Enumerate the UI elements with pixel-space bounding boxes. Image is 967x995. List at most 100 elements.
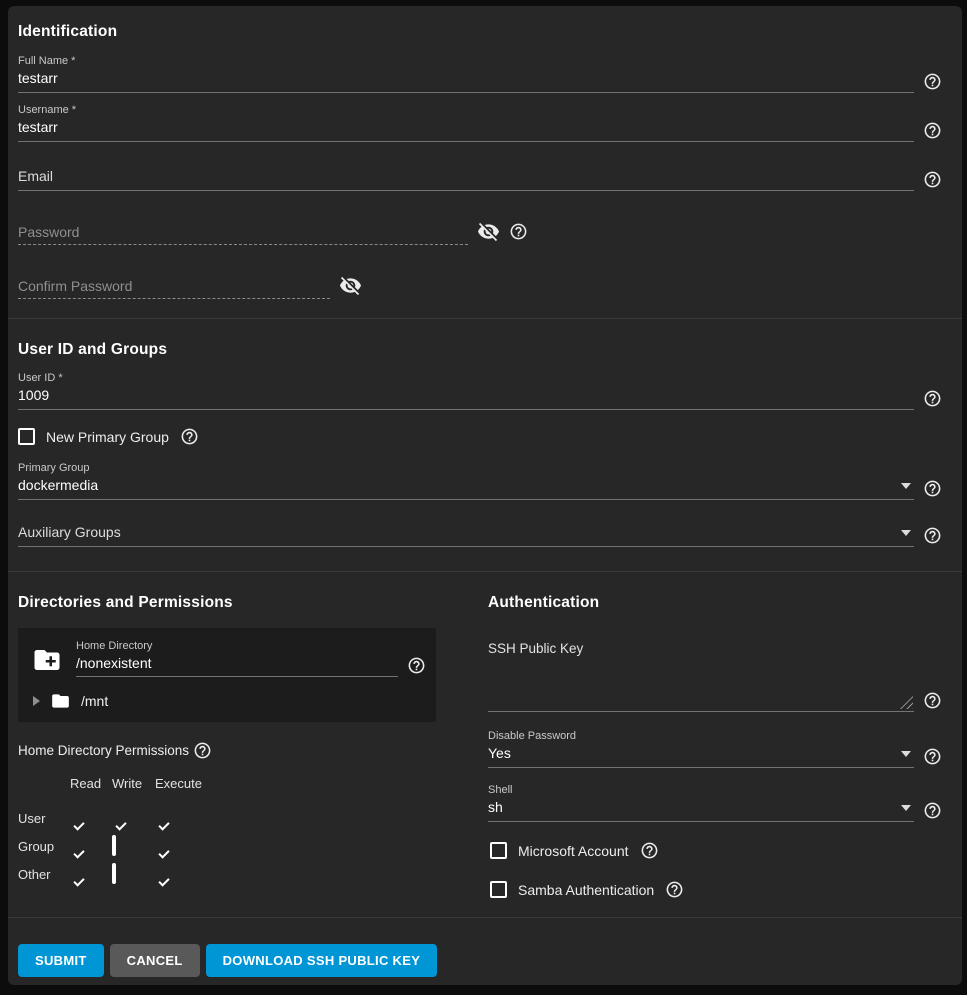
section-user-id-groups: User ID and Groups User ID * 1009 New Pr… [8, 318, 962, 571]
user-id-label: User ID * [18, 372, 914, 384]
group-write-checkbox[interactable] [112, 835, 116, 856]
confirm-password-row: Confirm Password [18, 274, 942, 299]
directories-column: Directories and Permissions Home Directo… [8, 572, 478, 917]
authentication-column: Authentication SSH Public Key Disable Pa… [478, 572, 962, 917]
home-directory-label: Home Directory [76, 640, 398, 652]
visibility-off-icon[interactable] [339, 274, 362, 297]
help-icon[interactable] [923, 526, 942, 545]
permissions-row-user: User [18, 804, 462, 832]
microsoft-account-row: Microsoft Account [490, 841, 942, 860]
permissions-grid: Read Write Execute User Group [18, 776, 462, 888]
tree-node-label[interactable]: /mnt [81, 693, 108, 709]
permissions-col-read: Read [70, 776, 112, 791]
confirm-password-field[interactable]: Confirm Password [18, 278, 330, 299]
permissions-row-other: Other [18, 860, 462, 888]
help-icon[interactable] [923, 691, 942, 710]
new-primary-group-checkbox[interactable] [18, 428, 35, 445]
samba-authentication-checkbox[interactable] [490, 881, 507, 898]
username-value[interactable]: testarr [18, 119, 914, 135]
section-title-user-id-groups: User ID and Groups [18, 341, 942, 359]
help-icon[interactable] [923, 72, 942, 91]
help-icon[interactable] [923, 479, 942, 498]
section-title-identification: Identification [18, 23, 942, 41]
help-icon[interactable] [665, 880, 684, 899]
full-name-label: Full Name * [18, 55, 914, 67]
help-icon[interactable] [509, 222, 528, 241]
new-primary-group-row: New Primary Group [18, 427, 942, 446]
home-directory-field[interactable]: Home Directory /nonexistent [76, 640, 398, 677]
username-field[interactable]: Username * testarr [18, 104, 914, 142]
password-row: Password [18, 220, 942, 245]
primary-group-label: Primary Group [18, 462, 914, 474]
email-field[interactable]: Email [18, 168, 914, 191]
primary-group-select[interactable]: Primary Group dockermedia [18, 462, 914, 500]
tree-node-mnt[interactable]: /mnt [33, 691, 426, 711]
samba-authentication-label: Samba Authentication [518, 882, 654, 898]
cancel-button[interactable]: CANCEL [110, 944, 200, 977]
home-directory-value[interactable]: /nonexistent [76, 655, 398, 671]
email-placeholder[interactable]: Email [18, 168, 914, 184]
home-directory-row: Home Directory /nonexistent [30, 640, 426, 677]
help-icon[interactable] [923, 801, 942, 820]
disable-password-label: Disable Password [488, 730, 914, 742]
ssh-public-key-textarea[interactable] [488, 656, 914, 712]
section-title-authentication: Authentication [488, 594, 942, 612]
help-icon[interactable] [923, 389, 942, 408]
chevron-down-icon[interactable] [901, 530, 911, 536]
full-name-row: Full Name * testarr [18, 55, 942, 93]
microsoft-account-label: Microsoft Account [518, 843, 629, 859]
section-directories-authentication: Directories and Permissions Home Directo… [8, 571, 962, 917]
shell-select[interactable]: Shell sh [488, 784, 914, 822]
shell-label: Shell [488, 784, 914, 796]
permissions-col-write: Write [112, 776, 155, 791]
password-placeholder[interactable]: Password [18, 224, 468, 240]
submit-button[interactable]: SUBMIT [18, 944, 104, 977]
download-ssh-key-button[interactable]: DOWNLOAD SSH PUBLIC KEY [206, 944, 438, 977]
help-icon[interactable] [923, 121, 942, 140]
user-id-value[interactable]: 1009 [18, 387, 914, 403]
username-label: Username * [18, 104, 914, 116]
chevron-down-icon[interactable] [901, 483, 911, 489]
email-row: Email [18, 168, 942, 191]
permissions-row-label: User [18, 811, 70, 826]
disable-password-row: Disable Password Yes [488, 730, 942, 768]
permissions-row-group: Group [18, 832, 462, 860]
shell-row: Shell sh [488, 784, 942, 822]
resize-handle-icon[interactable] [900, 696, 913, 709]
full-name-value[interactable]: testarr [18, 70, 914, 86]
permissions-grid-header: Read Write Execute [18, 776, 462, 791]
confirm-password-placeholder[interactable]: Confirm Password [18, 278, 330, 294]
help-icon[interactable] [193, 741, 212, 760]
visibility-off-icon[interactable] [477, 220, 500, 243]
help-icon[interactable] [640, 841, 659, 860]
user-id-field[interactable]: User ID * 1009 [18, 372, 914, 410]
primary-group-row: Primary Group dockermedia [18, 462, 942, 500]
full-name-field[interactable]: Full Name * testarr [18, 55, 914, 93]
create-folder-icon[interactable] [30, 645, 64, 675]
disable-password-value[interactable]: Yes [488, 745, 914, 761]
username-row: Username * testarr [18, 104, 942, 142]
permissions-row-label: Other [18, 867, 70, 882]
folder-icon [49, 691, 72, 711]
disable-password-select[interactable]: Disable Password Yes [488, 730, 914, 768]
user-form-card: Identification Full Name * testarr Usern… [8, 6, 962, 985]
microsoft-account-checkbox[interactable] [490, 842, 507, 859]
section-title-directories: Directories and Permissions [18, 594, 462, 612]
help-icon[interactable] [923, 170, 942, 189]
help-icon[interactable] [923, 747, 942, 766]
shell-value[interactable]: sh [488, 799, 914, 815]
chevron-down-icon[interactable] [901, 751, 911, 757]
help-icon[interactable] [407, 656, 426, 675]
password-field[interactable]: Password [18, 224, 468, 245]
expand-arrow-icon[interactable] [33, 696, 40, 706]
auxiliary-groups-row: Auxiliary Groups [18, 524, 942, 547]
primary-group-value[interactable]: dockermedia [18, 477, 914, 493]
help-icon[interactable] [180, 427, 199, 446]
auxiliary-groups-select[interactable]: Auxiliary Groups [18, 524, 914, 547]
new-primary-group-label: New Primary Group [46, 429, 169, 445]
chevron-down-icon[interactable] [901, 805, 911, 811]
section-identification: Identification Full Name * testarr Usern… [8, 6, 962, 318]
other-write-checkbox[interactable] [112, 863, 116, 884]
auxiliary-groups-placeholder[interactable]: Auxiliary Groups [18, 524, 914, 540]
home-directory-tree-panel: Home Directory /nonexistent /mnt [18, 628, 436, 722]
